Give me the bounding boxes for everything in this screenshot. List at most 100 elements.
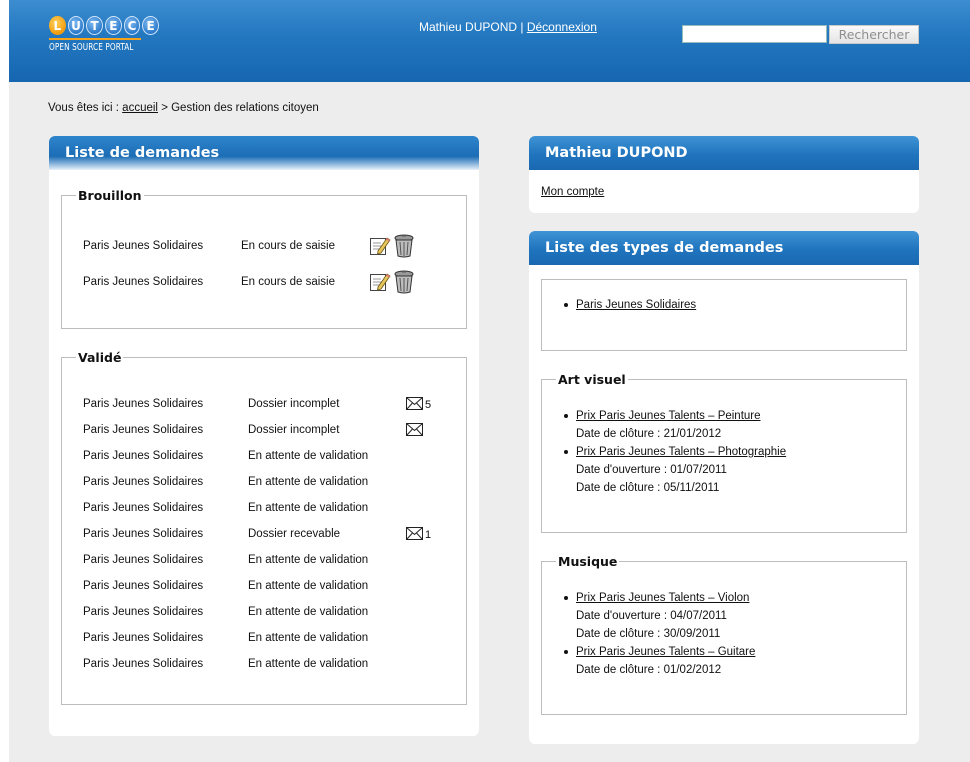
type-date: Date de clôture : 01/02/2012 [576,664,722,676]
request-name: Paris Jeunes Solidaires [83,580,204,592]
bullet [564,650,568,654]
general-types-fieldset: Paris Jeunes Solidaires [541,279,907,351]
request-status: Dossier incomplet [248,424,340,436]
request-status: Dossier incomplet [248,398,340,410]
type-link[interactable]: Prix Paris Jeunes Talents – Photographie [576,446,786,458]
breadcrumb: Vous êtes ici : accueil > Gestion des re… [48,102,319,114]
table-row: Paris Jeunes Solidaires Dossier recevable… [83,527,463,544]
breadcrumb-prefix: Vous êtes ici : [48,102,119,114]
type-date: Date de clôture : 30/09/2011 [576,628,721,640]
general-types-list: Paris Jeunes Solidaires [564,296,696,314]
request-name: Paris Jeunes Solidaires [83,398,204,410]
types-panel: Liste des types de demandes Paris Jeunes… [529,231,919,744]
logo-letter: T [86,16,103,35]
user-panel: Mathieu DUPOND Mon compte [529,136,919,213]
musique-legend: Musique [558,554,618,569]
table-row: Paris Jeunes Solidaires En attente de val… [83,632,463,648]
request-name: Paris Jeunes Solidaires [83,424,204,436]
request-name: Paris Jeunes Solidaires [83,528,204,540]
draft-name: Paris Jeunes Solidaires [83,276,204,288]
request-status: En attente de validation [248,632,369,644]
search-input[interactable] [682,25,827,43]
page-canvas: L U T E C E OPEN SOURCE PORTAL Mathieu D… [9,0,970,762]
breadcrumb-separator: > [161,102,168,114]
request-name: Paris Jeunes Solidaires [83,502,204,514]
table-row: Paris Jeunes Solidaires Dossier incomplet [83,423,463,440]
request-name: Paris Jeunes Solidaires [83,606,204,618]
request-name: Paris Jeunes Solidaires [83,632,204,644]
table-row: Paris Jeunes Solidaires En attente de val… [83,554,463,570]
logo-underline [49,38,141,40]
table-row: Paris Jeunes Solidaires En attente de val… [83,476,463,492]
request-status: En attente de validation [248,606,369,618]
list-item: Prix Paris Jeunes Talents – Guitare Date… [564,643,755,679]
valide-fieldset: Validé Paris Jeunes Solidaires Dossier in… [61,350,467,705]
logo-letter: C [123,16,141,35]
draft-name: Paris Jeunes Solidaires [83,240,204,252]
request-status: En attente de validation [248,476,369,488]
trash-icon[interactable] [393,234,415,258]
art-visuel-list: Prix Paris Jeunes Talents – Peinture Dat… [564,407,786,497]
mail-icon[interactable] [406,527,423,543]
types-panel-title: Liste des types de demandes [529,231,919,265]
edit-icon[interactable] [369,271,391,293]
art-visuel-legend: Art visuel [558,372,626,387]
mail-icon[interactable] [406,423,423,439]
request-name: Paris Jeunes Solidaires [83,554,204,566]
type-link[interactable]: Prix Paris Jeunes Talents – Guitare [576,646,755,658]
type-date: Date de clôture : 21/01/2012 [576,428,722,440]
bullet [564,414,568,418]
type-link[interactable]: Prix Paris Jeunes Talents – Violon [576,592,749,604]
table-row: Paris Jeunes Solidaires En attente de val… [83,580,463,596]
logo-letter: U [67,16,85,35]
logo-letter: E [142,16,159,35]
logout-link[interactable]: Déconnexion [527,20,597,34]
breadcrumb-current: Gestion des relations citoyen [171,102,319,114]
page: L U T E C E OPEN SOURCE PORTAL Mathieu D… [0,0,970,762]
edit-icon[interactable] [369,235,391,257]
bullet [564,303,568,307]
request-status: En attente de validation [248,658,369,670]
site-header: L U T E C E OPEN SOURCE PORTAL Mathieu D… [9,0,970,82]
message-count: 5 [425,399,432,411]
brouillon-legend: Brouillon [78,188,142,203]
logo-letter: E [104,16,122,35]
my-account-link[interactable]: Mon compte [541,186,604,198]
table-row: Paris Jeunes Solidaires En attente de val… [83,450,463,466]
request-status: En attente de validation [248,502,369,514]
musique-list: Prix Paris Jeunes Talents – Violon Date … [564,589,755,679]
demandes-panel-title: Liste de demandes [49,136,479,170]
brouillon-fieldset: Brouillon Paris Jeunes Solidaires En cou… [61,188,467,329]
logo-subtitle: OPEN SOURCE PORTAL [49,42,134,53]
type-link[interactable]: Prix Paris Jeunes Talents – Peinture [576,410,761,422]
type-link[interactable]: Paris Jeunes Solidaires [576,299,696,311]
logo-letter: L [49,16,66,35]
table-row: Paris Jeunes Solidaires Dossier incomplet… [83,397,463,414]
draft-status: En cours de saisie [241,276,335,288]
request-name: Paris Jeunes Solidaires [83,476,204,488]
table-row: Paris Jeunes Solidaires En attente de val… [83,606,463,622]
type-date: Date d'ouverture : 01/07/2011 [576,464,727,476]
breadcrumb-home-link[interactable]: accueil [122,102,158,114]
type-date: Date de clôture : 05/11/2011 [576,482,720,494]
draft-row: Paris Jeunes Solidaires En cours de sais… [83,270,463,294]
valide-legend: Validé [78,350,122,365]
musique-fieldset: Musique Prix Paris Jeunes Talents – Viol… [541,554,907,715]
lutece-logo[interactable]: L U T E C E OPEN SOURCE PORTAL [49,16,159,60]
bullet [564,596,568,600]
list-item: Prix Paris Jeunes Talents – Violon Date … [564,589,755,643]
mail-icon[interactable] [406,397,423,413]
user-name: Mathieu DUPOND [419,20,518,34]
search-button[interactable]: Rechercher [829,25,919,44]
table-row: Paris Jeunes Solidaires En attente de val… [83,658,463,674]
request-status: Dossier recevable [248,528,341,540]
request-name: Paris Jeunes Solidaires [83,658,204,670]
message-count: 1 [425,529,432,541]
request-status: En attente de validation [248,450,369,462]
trash-icon[interactable] [393,270,415,294]
table-row: Paris Jeunes Solidaires En attente de val… [83,502,463,518]
type-date: Date d'ouverture : 04/07/2011 [576,610,727,622]
demandes-panel: Liste de demandes Brouillon Paris Jeunes… [49,136,479,736]
draft-status: En cours de saisie [241,240,335,252]
request-name: Paris Jeunes Solidaires [83,450,204,462]
